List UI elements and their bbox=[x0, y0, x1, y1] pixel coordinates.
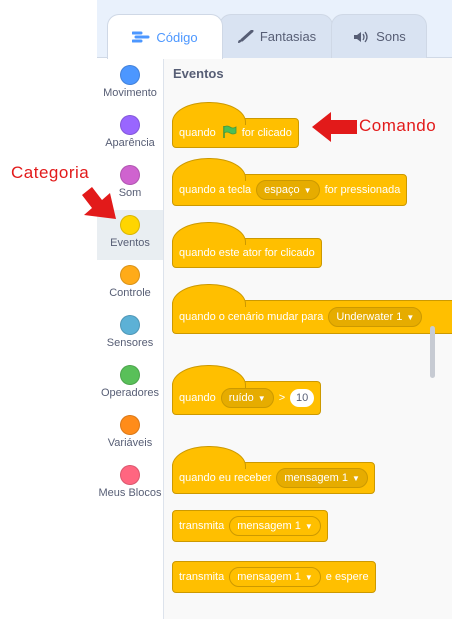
message-dropdown[interactable]: mensagem 1 ▼ bbox=[229, 516, 321, 536]
sensor-dropdown[interactable]: ruído ▼ bbox=[220, 388, 274, 408]
block-broadcast[interactable]: transmita mensagem 1 ▼ bbox=[172, 510, 328, 542]
block-palette[interactable]: Eventos quando for clicado quando a tecl… bbox=[164, 58, 452, 619]
block-text: quando bbox=[179, 392, 216, 404]
category-sensing[interactable]: Sensores bbox=[97, 310, 163, 360]
block-when-sprite-clicked[interactable]: quando este ator for clicado bbox=[172, 222, 322, 268]
category-label: Sensores bbox=[106, 337, 154, 349]
caret-down-icon: ▼ bbox=[304, 572, 313, 582]
events-dot-icon bbox=[120, 215, 140, 235]
dropdown-value: ruído bbox=[228, 392, 254, 404]
block-text: for clicado bbox=[241, 127, 292, 139]
dropdown-value: espaço bbox=[264, 184, 300, 196]
categoria-annotation: Categoria bbox=[11, 163, 90, 182]
tab-costumes[interactable]: Fantasias bbox=[219, 14, 333, 58]
tab-sounds[interactable]: Sons bbox=[331, 14, 427, 58]
sensing-dot-icon bbox=[120, 315, 140, 335]
category-control[interactable]: Controle bbox=[97, 260, 163, 310]
block-text: for pressionada bbox=[324, 184, 401, 196]
block-when-flag-clicked[interactable]: quando for clicado bbox=[172, 102, 299, 148]
caret-down-icon: ▼ bbox=[406, 312, 415, 322]
message-dropdown[interactable]: mensagem 1 ▼ bbox=[229, 567, 321, 587]
looks-dot-icon bbox=[120, 115, 140, 135]
block-text: quando bbox=[179, 127, 216, 139]
category-label: Controle bbox=[109, 287, 151, 299]
caret-down-icon: ▼ bbox=[303, 185, 312, 195]
tab-costumes-label: Fantasias bbox=[259, 29, 317, 44]
palette-scrollbar[interactable] bbox=[430, 326, 435, 378]
block-broadcast-and-wait[interactable]: transmita mensagem 1 ▼ e espere bbox=[172, 561, 376, 593]
caret-down-icon: ▼ bbox=[257, 393, 266, 403]
block-text: transmita bbox=[179, 520, 225, 532]
number-input[interactable]: 10 bbox=[290, 389, 315, 407]
category-my-blocks[interactable]: Meus Blocos bbox=[97, 460, 163, 510]
caret-down-icon: ▼ bbox=[351, 473, 360, 483]
tab-code[interactable]: Código bbox=[107, 14, 223, 59]
category-label: Meus Blocos bbox=[98, 487, 162, 499]
backdrop-dropdown[interactable]: Underwater 1 ▼ bbox=[328, 307, 423, 327]
category-label: Movimento bbox=[103, 87, 157, 99]
category-operators[interactable]: Operadores bbox=[97, 360, 163, 410]
message-dropdown[interactable]: mensagem 1 ▼ bbox=[276, 468, 368, 488]
tab-sounds-label: Sons bbox=[376, 29, 406, 44]
my-blocks-dot-icon bbox=[120, 465, 140, 485]
comando-annotation: Comando bbox=[359, 116, 437, 135]
dropdown-value: mensagem 1 bbox=[237, 571, 301, 583]
category-label: Variáveis bbox=[107, 437, 153, 449]
category-label: Eventos bbox=[110, 237, 150, 249]
dropdown-value: mensagem 1 bbox=[284, 472, 348, 484]
block-when-backdrop-switches[interactable]: quando o cenário mudar para Underwater 1… bbox=[172, 284, 452, 334]
block-when-i-receive[interactable]: quando eu receber mensagem 1 ▼ bbox=[172, 446, 375, 494]
block-text: quando a tecla bbox=[179, 184, 252, 196]
block-text: quando o cenário mudar para bbox=[179, 311, 324, 323]
operator-symbol: > bbox=[278, 392, 286, 404]
block-when-greater-than[interactable]: quando ruído ▼ > 10 bbox=[172, 365, 322, 415]
category-label: Operadores bbox=[100, 387, 160, 399]
category-variables[interactable]: Variáveis bbox=[97, 410, 163, 460]
caret-down-icon: ▼ bbox=[304, 521, 313, 531]
code-icon bbox=[132, 30, 150, 44]
palette-title: Eventos bbox=[173, 66, 224, 81]
category-looks[interactable]: Aparência bbox=[97, 110, 163, 160]
dropdown-value: mensagem 1 bbox=[237, 520, 301, 532]
block-when-key-pressed[interactable]: quando a tecla espaço ▼ for pressionada bbox=[172, 158, 408, 206]
variables-dot-icon bbox=[120, 415, 140, 435]
control-dot-icon bbox=[120, 265, 140, 285]
comando-arrow-icon bbox=[311, 110, 359, 144]
motion-dot-icon bbox=[120, 65, 140, 85]
block-text: e espere bbox=[325, 571, 369, 583]
green-flag-icon bbox=[221, 125, 237, 142]
sound-dot-icon bbox=[120, 165, 140, 185]
brush-icon bbox=[236, 29, 254, 44]
categoria-arrow-icon bbox=[80, 181, 120, 223]
key-dropdown[interactable]: espaço ▼ bbox=[256, 180, 320, 200]
speaker-icon bbox=[352, 30, 370, 44]
block-text: transmita bbox=[179, 571, 225, 583]
dropdown-value: Underwater 1 bbox=[336, 311, 403, 323]
tab-code-label: Código bbox=[156, 29, 198, 45]
block-text: quando este ator for clicado bbox=[179, 247, 315, 259]
category-menu: Movimento Aparência Som Eventos Controle… bbox=[97, 58, 164, 619]
block-text: quando eu receber bbox=[179, 472, 272, 484]
category-label: Aparência bbox=[105, 137, 155, 149]
category-motion[interactable]: Movimento bbox=[97, 60, 163, 110]
category-label: Som bbox=[118, 187, 142, 199]
operators-dot-icon bbox=[120, 365, 140, 385]
tab-bar: Código Fantasias Sons bbox=[97, 0, 452, 59]
